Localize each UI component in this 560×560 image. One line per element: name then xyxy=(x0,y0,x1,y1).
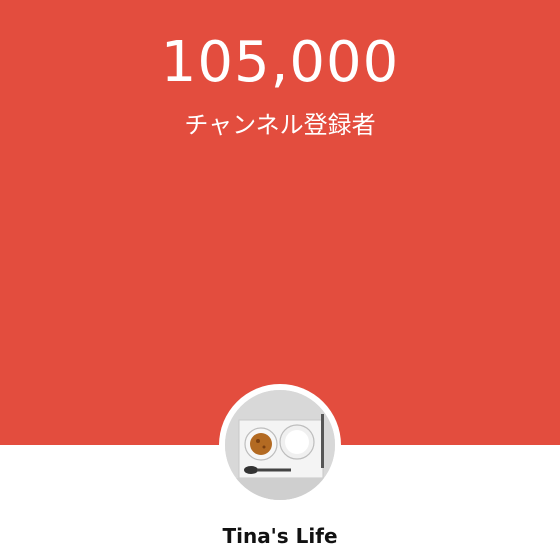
subscriber-count: 105,000 xyxy=(160,30,400,95)
subscriber-label: チャンネル登録者 xyxy=(184,111,376,139)
food-photo-avatar-icon xyxy=(225,390,335,500)
channel-name[interactable]: Tina's Life xyxy=(0,522,560,550)
avatar[interactable] xyxy=(219,384,341,506)
header-banner: 105,000 チャンネル登録者 xyxy=(0,0,560,445)
